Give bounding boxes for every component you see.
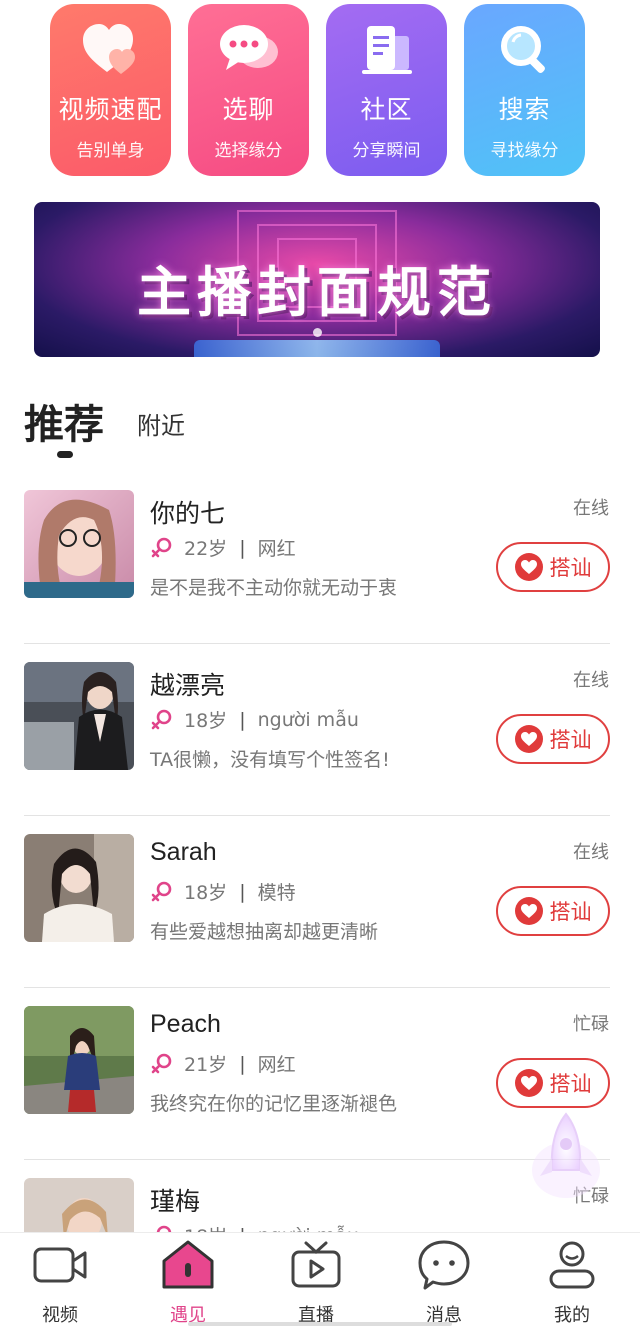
user-tag: người mẫu: [257, 708, 359, 731]
entry-community[interactable]: 社区 分享瞬间: [326, 4, 447, 176]
video-camera-icon: [20, 1237, 100, 1293]
user-meta: 18岁 | 模特: [150, 878, 296, 905]
active-tab-indicator: [57, 451, 73, 458]
banner-title: 主播封面规范: [137, 261, 497, 324]
avatar[interactable]: [24, 490, 134, 598]
carousel-indicator: [313, 328, 322, 337]
user-age: 18岁: [184, 710, 228, 732]
entry-title: 社区: [360, 95, 413, 124]
entry-subtitle: 寻找缘分: [490, 141, 559, 161]
online-status: 在线: [573, 498, 609, 519]
greet-button[interactable]: 搭讪: [496, 714, 610, 764]
quick-entry-grid: 视频速配 告别单身 选聊 选择缘分 社区 分享瞬间 搜索 寻找缘分: [0, 0, 640, 182]
user-name: Sarah: [150, 838, 217, 866]
user-name: 瑾梅: [150, 1188, 201, 1216]
bottom-nav: 视频 遇见 直播 消息 我的: [0, 1232, 640, 1332]
entry-title: 搜索: [498, 95, 551, 124]
female-icon: [151, 537, 172, 557]
greet-label: 搭讪: [549, 1072, 592, 1096]
female-icon: [151, 709, 172, 729]
online-status: 在线: [573, 670, 609, 691]
chat-bubbles-icon: [188, 22, 309, 80]
tab-recommend[interactable]: 推荐: [24, 392, 104, 450]
entry-video-match[interactable]: 视频速配 告别单身: [50, 4, 171, 176]
user-name: Peach: [150, 1010, 221, 1038]
home-indicator: [188, 1322, 452, 1326]
entry-search[interactable]: 搜索 寻找缘分: [464, 4, 585, 176]
meet-house-icon: [148, 1237, 228, 1293]
avatar[interactable]: [24, 662, 134, 770]
greet-label: 搭讪: [549, 900, 592, 924]
building-icon: [326, 22, 447, 80]
user-tag: 模特: [257, 882, 296, 904]
user-tag: 网红: [257, 1054, 296, 1076]
message-icon: [404, 1237, 484, 1293]
list-item[interactable]: 越漂亮 18岁 | người mẫu TA很懒，没有填写个性签名! 在线 搭讪: [0, 644, 640, 816]
promo-banner[interactable]: 主播封面规范: [34, 202, 600, 357]
user-meta: 21岁 | 网红: [150, 1050, 296, 1077]
nav-meet[interactable]: 遇见: [148, 1237, 228, 1327]
female-icon: [151, 1053, 172, 1073]
heart-icon: [514, 725, 543, 753]
entry-subtitle: 分享瞬间: [352, 141, 421, 161]
nav-label: 我的: [554, 1305, 590, 1326]
tab-nearby[interactable]: 附近: [137, 406, 185, 441]
greet-button[interactable]: 搭讪: [496, 886, 610, 936]
greet-button[interactable]: 搭讪: [496, 1058, 610, 1108]
nav-live[interactable]: 直播: [276, 1237, 356, 1327]
meta-separator: |: [239, 708, 246, 731]
nav-video[interactable]: 视频: [20, 1237, 100, 1327]
user-tag: 网红: [257, 538, 296, 560]
entry-title: 视频速配: [58, 95, 163, 124]
avatar[interactable]: [24, 1006, 134, 1114]
nav-messages[interactable]: 消息: [404, 1237, 484, 1327]
heart-icon: [514, 1069, 543, 1097]
profile-icon: [532, 1237, 612, 1293]
user-age: 18岁: [184, 882, 228, 904]
meta-separator: |: [239, 1052, 246, 1075]
meta-separator: |: [239, 536, 246, 559]
user-age: 21岁: [184, 1054, 228, 1076]
entry-subtitle: 告别单身: [76, 141, 145, 161]
user-name: 你的七: [150, 500, 226, 528]
nav-profile[interactable]: 我的: [532, 1237, 612, 1327]
list-item[interactable]: 你的七 22岁 | 网红 是不是我不主动你就无动于衷 在线 搭讪: [0, 472, 640, 644]
entry-subtitle: 选择缘分: [214, 141, 283, 161]
banner-stage-decor: [194, 340, 440, 357]
greet-button[interactable]: 搭讪: [496, 542, 610, 592]
online-status: 在线: [573, 842, 609, 863]
online-status: 忙碌: [573, 1014, 609, 1035]
list-item[interactable]: Sarah 18岁 | 模特 有些爱越想抽离却越更清晰 在线 搭讪: [0, 816, 640, 988]
entry-select-chat[interactable]: 选聊 选择缘分: [188, 4, 309, 176]
user-meta: 18岁 | người mẫu: [150, 706, 359, 733]
user-bio: 有些爱越想抽离却越更清晰: [150, 921, 379, 943]
meta-separator: |: [239, 880, 246, 903]
user-bio: 我终究在你的记忆里逐渐褪色: [150, 1093, 398, 1115]
user-age: 22岁: [184, 538, 228, 560]
user-name: 越漂亮: [150, 672, 226, 700]
tv-icon: [276, 1237, 356, 1293]
user-meta: 22岁 | 网红: [150, 534, 296, 561]
user-bio: TA很懒，没有填写个性签名!: [150, 749, 390, 771]
greet-label: 搭讪: [549, 556, 592, 580]
avatar[interactable]: [24, 834, 134, 942]
heart-icon: [514, 553, 543, 581]
rocket-icon[interactable]: [530, 1110, 602, 1202]
nav-label: 视频: [42, 1305, 78, 1326]
female-icon: [151, 881, 172, 901]
search-icon: [464, 22, 585, 80]
entry-title: 选聊: [222, 95, 275, 124]
greet-label: 搭讪: [549, 728, 592, 752]
hearts-icon: [50, 22, 171, 80]
heart-icon: [514, 897, 543, 925]
user-bio: 是不是我不主动你就无动于衷: [150, 577, 398, 599]
